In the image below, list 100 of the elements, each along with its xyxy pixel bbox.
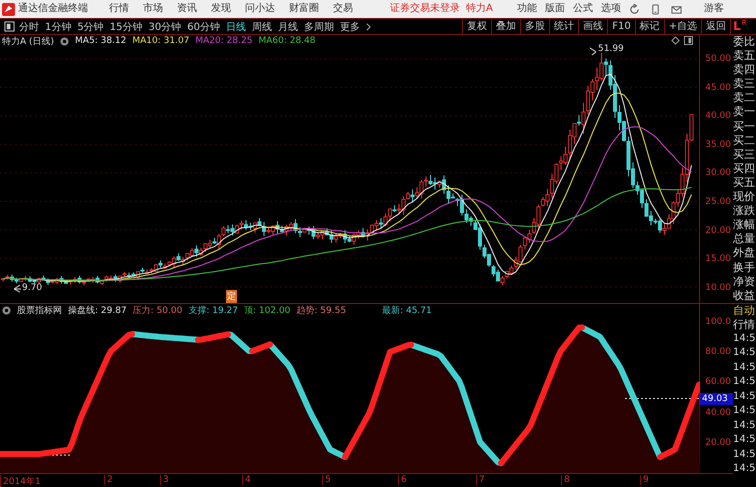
axis-label: 15.00	[704, 253, 732, 266]
quote-label: 涨跌	[733, 204, 756, 218]
menu-item[interactable]: 功能	[516, 0, 537, 18]
axis-label: 10.00	[704, 282, 732, 295]
date-axis-label: 5	[322, 475, 331, 485]
more-button[interactable]: 更多	[340, 20, 360, 34]
period-tab[interactable]: 月线	[278, 20, 298, 34]
refresh-icon[interactable]	[628, 4, 640, 14]
quote-label: 买三	[733, 148, 756, 162]
section-title: 行情	[733, 318, 756, 332]
menu-item[interactable]: 公式	[572, 0, 593, 18]
toolbar-button[interactable]: 多股	[520, 19, 550, 34]
toolbar-button[interactable]: 标记	[634, 19, 664, 34]
trade-time: 14:5	[733, 375, 756, 390]
axis-label: 50.00	[704, 53, 732, 66]
mail-icon[interactable]	[670, 4, 682, 14]
quote-label: 外盘	[733, 246, 756, 260]
toolbar-button[interactable]: 叠加	[491, 19, 520, 34]
quote-label: 卖三	[733, 77, 756, 92]
toolbar-button[interactable]: F10	[607, 19, 635, 34]
high-price-label: 51.99	[598, 44, 624, 54]
indicator-value: 趋势: 59.55	[296, 304, 346, 316]
axis-label: 40.00	[704, 110, 732, 124]
date-axis-label: 4	[242, 475, 251, 485]
period-tab[interactable]: 1分钟	[45, 20, 72, 34]
axis-label: 20.00	[704, 224, 732, 238]
high-pointer-icon	[590, 47, 596, 56]
chevron-right-icon[interactable]	[366, 22, 371, 30]
axis-label: 80.00	[704, 346, 732, 358]
axis-label: 100.0	[704, 316, 732, 328]
date-axis-label: 9	[640, 475, 649, 485]
latest-value: 最新: 45.71	[382, 304, 432, 316]
period-tab[interactable]: 周线	[252, 20, 272, 34]
trade-time: 14:5	[733, 390, 756, 404]
panel-toggle-icon[interactable]	[684, 36, 693, 45]
date-axis-label: 2014年1	[0, 475, 41, 487]
toolbar-button[interactable]: +自选	[664, 19, 702, 34]
period-tab[interactable]: 60分钟	[187, 20, 220, 34]
trade-time: 14:5	[733, 346, 756, 360]
indicator-value: 支撑: 19.27	[188, 304, 238, 316]
quote-label: 卖五	[733, 49, 756, 64]
period-tab[interactable]: 日线	[226, 20, 246, 34]
date-axis-label: 2	[104, 475, 113, 485]
period-tab[interactable]: 分时	[19, 20, 39, 34]
trade-time: 14:5	[733, 418, 756, 433]
quote-label: 现价	[733, 190, 756, 204]
menu-item[interactable]: 资讯	[177, 0, 197, 18]
menu-item[interactable]: 交易	[333, 0, 353, 18]
quote-label: 买一	[733, 120, 756, 134]
indicator-value: 压力: 50.00	[132, 304, 182, 316]
trade-time: 14:5	[733, 360, 756, 375]
menu-item[interactable]: 发现	[211, 0, 231, 18]
indicator-name: 股票指标网	[17, 304, 62, 316]
toolbar-button[interactable]: 返回	[701, 19, 730, 34]
current-value-label: 49.03	[700, 392, 733, 405]
toolbar-button[interactable]: 统计	[549, 19, 578, 34]
date-axis-label: 8	[561, 475, 570, 485]
trade-time: 14:5	[733, 332, 756, 346]
period-tab[interactable]: 多周期	[304, 20, 334, 34]
settings-icon[interactable]	[2, 306, 11, 314]
period-tab[interactable]: 30分钟	[148, 20, 182, 34]
menu-item[interactable]: 问小达	[245, 0, 275, 18]
panel-toggle-icon[interactable]	[4, 21, 15, 32]
toolbar-button[interactable]: 复权	[462, 19, 492, 34]
low-pointer-icon	[14, 284, 22, 293]
axis-label: 25.00	[704, 196, 732, 209]
quote-label: 净资	[733, 274, 756, 289]
axis-label: 35.00	[704, 138, 732, 152]
quote-label: 买五	[733, 176, 756, 190]
low-price-label: 9.70	[22, 283, 42, 293]
date-axis-label: 3	[160, 475, 169, 485]
indicator-value: 顶: 102.00	[244, 304, 290, 316]
quote-label: 换手	[733, 260, 756, 275]
trade-time: 14:5	[733, 462, 756, 476]
menu-item[interactable]: 版面	[544, 0, 565, 18]
menu-item[interactable]: 市场	[143, 0, 163, 18]
chart-title: 特力A (日线)	[2, 36, 54, 48]
moving-average-value: MA10: 31.07	[132, 36, 190, 46]
axis-label: 60.00	[704, 376, 732, 388]
menu-item[interactable]: 财富圈	[289, 0, 319, 18]
settings-icon[interactable]	[60, 36, 70, 46]
trade-time: 14:5	[733, 433, 756, 448]
user-name[interactable]: 游客	[704, 0, 724, 18]
diamond-icon[interactable]	[671, 36, 680, 45]
indicator-value: 操盘线: 29.87	[68, 304, 127, 316]
mode-tab[interactable]: 自动	[733, 302, 756, 318]
toolbar-button[interactable]: 画线	[578, 19, 608, 34]
app-title: 通达信金融终端	[18, 2, 88, 16]
moving-average-value: MA20: 28.25	[195, 36, 252, 46]
axis-label: 30.00	[704, 167, 732, 180]
axis-label: 40.00	[704, 406, 732, 419]
period-tab[interactable]: 15分钟	[110, 20, 142, 34]
axis-label: 20.00	[704, 436, 732, 449]
menu-item[interactable]: 选项	[600, 0, 621, 18]
menu-item[interactable]: 行情	[109, 0, 129, 18]
phone-icon[interactable]	[650, 4, 661, 14]
period-tab[interactable]: 5分钟	[77, 20, 104, 34]
date-axis-label: 6	[398, 475, 407, 485]
quote-label: 卖二	[733, 91, 756, 106]
trade-time: 14:5	[733, 448, 756, 462]
